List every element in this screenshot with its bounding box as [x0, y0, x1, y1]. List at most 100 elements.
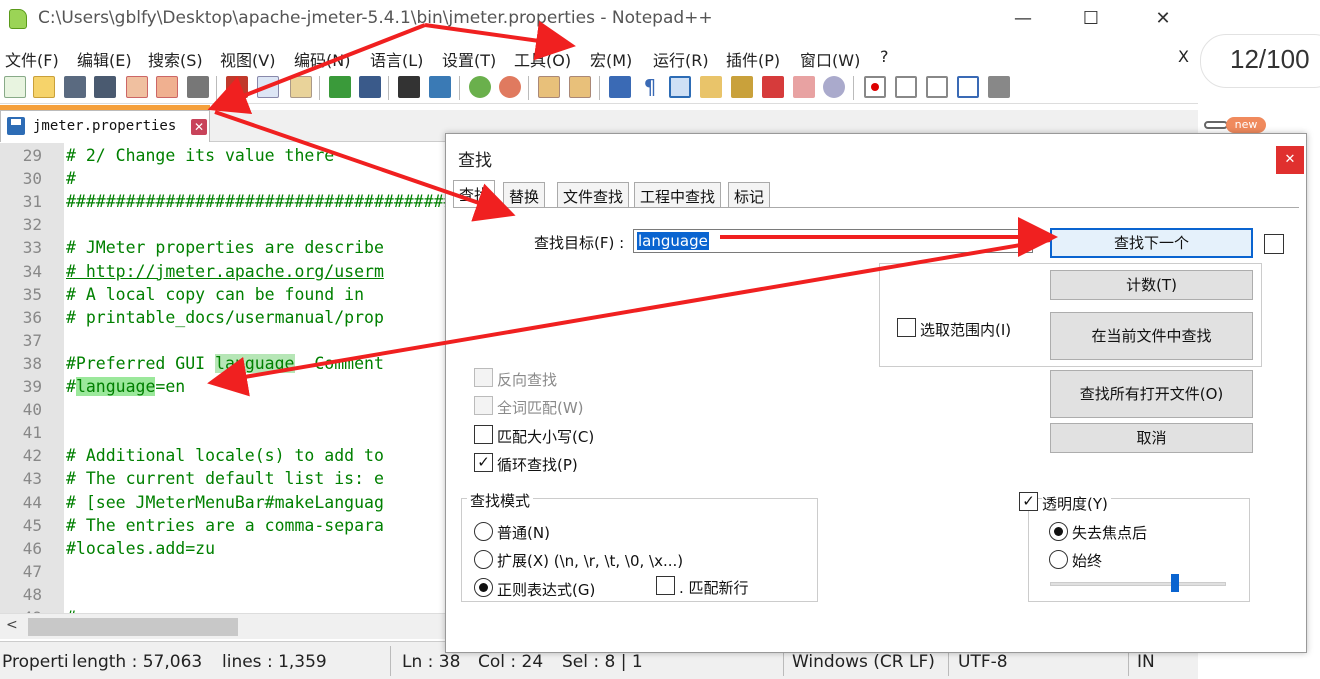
- word-wrap-icon[interactable]: [609, 76, 631, 98]
- sync-horizontal-icon[interactable]: [569, 76, 591, 98]
- menu-file[interactable]: 文件(F): [5, 47, 59, 71]
- tab-mark[interactable]: 标记: [728, 182, 771, 208]
- count-button[interactable]: 计数(T): [1050, 270, 1253, 300]
- transparency-checkbox[interactable]: ✓: [1019, 492, 1038, 511]
- menu-plugins[interactable]: 插件(P): [726, 47, 780, 71]
- find-next-button[interactable]: 查找下一个: [1050, 228, 1253, 258]
- window-title: C:\Users\gblfy\Desktop\apache-jmeter-5.4…: [38, 8, 713, 28]
- zoom-out-icon[interactable]: [499, 76, 521, 98]
- find-icon[interactable]: [398, 76, 420, 98]
- mode-regex-radio[interactable]: [474, 578, 493, 597]
- close-all-icon[interactable]: [156, 76, 178, 98]
- menu-tools[interactable]: 工具(O): [514, 47, 571, 71]
- replace-icon[interactable]: [429, 76, 451, 98]
- tab-find[interactable]: 查找: [453, 180, 496, 208]
- menu-macro[interactable]: 宏(M): [590, 47, 632, 71]
- maximize-button[interactable]: ☐: [1068, 4, 1114, 34]
- toolbar-separator: [459, 76, 460, 100]
- menu-run[interactable]: 运行(R): [653, 47, 709, 71]
- tab-close-icon[interactable]: ✕: [191, 119, 207, 135]
- mode-extended-label: 扩展(X) (\n, \r, \t, \0, \x...): [497, 552, 684, 570]
- code-text: . Comment: [294, 353, 384, 373]
- copy-icon[interactable]: [257, 76, 279, 98]
- toolbar-separator: [216, 76, 217, 100]
- line-number: 39: [22, 377, 42, 396]
- line-number: 41: [22, 423, 42, 443]
- match-case-checkbox[interactable]: [474, 425, 493, 444]
- tab-label: jmeter.properties: [33, 118, 177, 134]
- menu-language[interactable]: 语言(L): [370, 47, 423, 71]
- show-all-chars-icon[interactable]: ¶: [639, 76, 661, 98]
- menu-help[interactable]: ?: [880, 47, 889, 66]
- find-direction-checkbox[interactable]: [1264, 234, 1284, 254]
- mode-extended-radio[interactable]: [474, 550, 493, 569]
- user-defined-language-icon[interactable]: [700, 76, 722, 98]
- whole-word-label: 全词匹配(W): [497, 399, 584, 417]
- find-target-input[interactable]: language: [633, 229, 1033, 253]
- document-map-icon[interactable]: [731, 76, 753, 98]
- indent-guide-icon[interactable]: [669, 76, 691, 98]
- save-all-icon[interactable]: [94, 76, 116, 98]
- tab-jmeter-properties[interactable]: jmeter.properties ✕: [0, 110, 210, 142]
- status-lines: lines : 1,359: [222, 652, 327, 672]
- tab-replace[interactable]: 替换: [503, 182, 546, 208]
- menu-encoding[interactable]: 编码(N): [294, 47, 350, 71]
- line-number: 45: [22, 515, 42, 535]
- menu-window[interactable]: 窗口(W): [800, 47, 860, 71]
- in-selection-label: 选取范围内(I): [920, 321, 1012, 339]
- function-list-icon[interactable]: [762, 76, 784, 98]
- find-all-open-files-button[interactable]: 查找所有打开文件(O): [1050, 370, 1253, 418]
- close-document-button[interactable]: X: [1178, 47, 1189, 66]
- sync-vertical-icon[interactable]: [538, 76, 560, 98]
- cut-icon[interactable]: [226, 76, 248, 98]
- stop-macro-icon[interactable]: [895, 76, 917, 98]
- find-in-current-file-button[interactable]: 在当前文件中查找: [1050, 312, 1253, 360]
- scrollbar-thumb[interactable]: [28, 618, 238, 636]
- save-macro-icon[interactable]: [988, 76, 1010, 98]
- undo-icon[interactable]: [329, 76, 351, 98]
- line-number: 33: [22, 238, 42, 258]
- code-line: # [see JMeterMenuBar#makeLanguag: [66, 492, 384, 512]
- transparency-on-lose-focus-radio[interactable]: [1049, 522, 1068, 541]
- tab-find-in-files[interactable]: 文件查找: [557, 182, 630, 208]
- open-folder-icon[interactable]: [33, 76, 55, 98]
- code-line: # 2/ Change its value there: [66, 146, 335, 165]
- code-line: # Additional locale(s) to add to: [66, 446, 384, 466]
- play-macro-icon[interactable]: [926, 76, 948, 98]
- redo-icon[interactable]: [359, 76, 381, 98]
- new-file-icon[interactable]: [4, 76, 26, 98]
- menu-edit[interactable]: 编辑(E): [77, 47, 132, 71]
- code-line: # A local copy can be found in: [66, 284, 365, 304]
- print-icon[interactable]: [187, 76, 209, 98]
- transparency-always-radio[interactable]: [1049, 550, 1068, 569]
- scroll-left-icon[interactable]: <: [6, 617, 18, 633]
- dialog-close-button[interactable]: ✕: [1276, 146, 1304, 174]
- transparency-slider-track[interactable]: [1050, 582, 1226, 586]
- line-number: 31: [22, 192, 42, 212]
- mode-normal-radio[interactable]: [474, 522, 493, 541]
- save-icon[interactable]: [64, 76, 86, 98]
- record-macro-icon[interactable]: [864, 76, 886, 98]
- folder-as-workspace-icon[interactable]: [793, 76, 815, 98]
- menu-view[interactable]: 视图(V): [220, 47, 275, 71]
- menu-search[interactable]: 搜索(S): [148, 47, 203, 71]
- paste-icon[interactable]: [290, 76, 312, 98]
- close-file-icon[interactable]: [126, 76, 148, 98]
- page-counter: 12/100: [1230, 44, 1310, 74]
- status-col: Col : 24: [478, 652, 544, 672]
- menu-settings[interactable]: 设置(T): [442, 47, 496, 71]
- line-number: 48: [22, 584, 42, 604]
- close-window-button[interactable]: ✕: [1140, 4, 1186, 34]
- wrap-around-label: 循环查找(P): [497, 456, 578, 474]
- zoom-in-icon[interactable]: [469, 76, 491, 98]
- menu-bar: 文件(F) 编辑(E) 搜索(S) 视图(V) 编码(N) 语言(L) 设置(T…: [0, 42, 1198, 70]
- dot-matches-newline-checkbox[interactable]: [656, 576, 675, 595]
- minimize-button[interactable]: —: [1000, 4, 1046, 34]
- wrap-around-checkbox[interactable]: ✓: [474, 453, 493, 472]
- transparency-slider-thumb[interactable]: [1171, 574, 1179, 592]
- run-macro-multiple-icon[interactable]: [957, 76, 979, 98]
- cancel-button[interactable]: 取消: [1050, 423, 1253, 453]
- in-selection-checkbox[interactable]: [897, 318, 916, 337]
- monitoring-eye-icon[interactable]: [823, 76, 845, 98]
- tab-find-in-projects[interactable]: 工程中查找: [634, 182, 722, 208]
